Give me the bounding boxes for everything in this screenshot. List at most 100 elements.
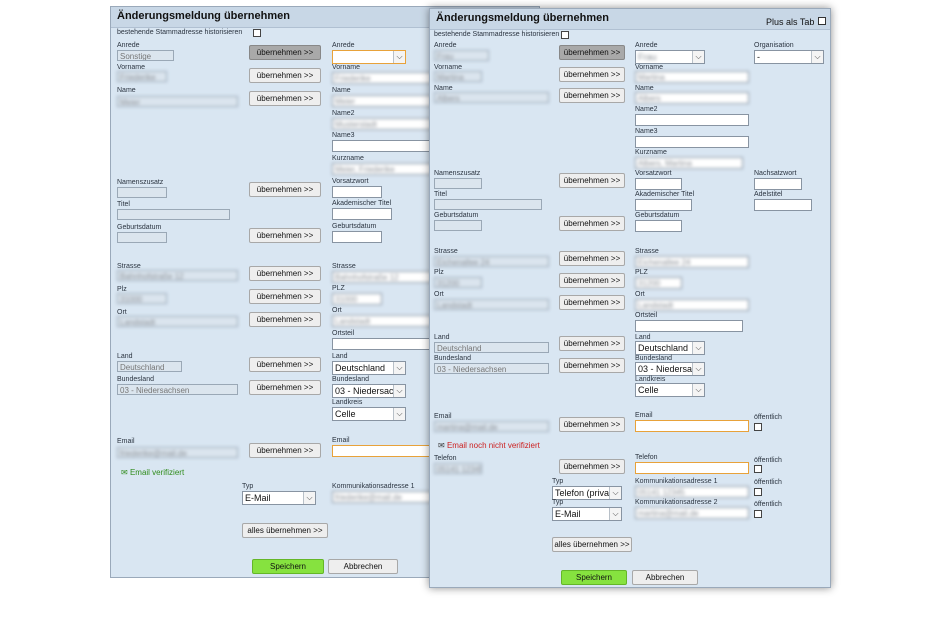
landkreis-select[interactable]: Celle ⌵ — [635, 383, 705, 397]
copy-telefon-button[interactable]: übernehmen >> — [559, 459, 625, 474]
anrede-select[interactable]: Frau ⌵ — [635, 50, 705, 64]
copy-strasse-button[interactable]: übernehmen >> — [249, 266, 321, 281]
copy-vorname-button[interactable]: übernehmen >> — [559, 67, 625, 82]
akad-titel-input[interactable] — [332, 208, 392, 220]
akad-titel-label: Akademischer Titel — [332, 200, 392, 207]
copy-name-button[interactable]: übernehmen >> — [559, 88, 625, 103]
namenszusatz-old — [117, 187, 167, 198]
vorsatzwort-input[interactable] — [332, 186, 382, 198]
vorname-new-label: Vorname — [635, 64, 664, 71]
ort-input[interactable]: Landstadt — [635, 299, 749, 311]
copy-name-button[interactable]: übernehmen >> — [249, 91, 321, 106]
ortsteil-input[interactable] — [635, 320, 743, 332]
name2-input[interactable]: Musterstadt — [332, 118, 432, 130]
geburtsdatum-input[interactable] — [635, 220, 682, 232]
chevron-down-icon: ⌵ — [692, 384, 704, 396]
land-select[interactable]: Deutschland ⌵ — [635, 341, 705, 355]
bundesland-select[interactable]: 03 - Niedersachsen⌵ — [635, 362, 705, 376]
save-button[interactable]: Speichern — [561, 570, 627, 585]
plz-input[interactable]: 31000 — [332, 293, 382, 305]
historize-label: bestehende Stammadresse historisieren — [434, 31, 560, 38]
organisation-select[interactable]: - ⌵ — [754, 50, 824, 64]
komm2-public-checkbox[interactable] — [754, 510, 762, 518]
name3-input[interactable] — [332, 140, 432, 152]
strasse-input[interactable]: Bahnhofstraße 12 — [332, 271, 432, 283]
name2-input[interactable] — [635, 114, 749, 126]
telefon-input[interactable] — [635, 462, 749, 474]
copy-email-button[interactable]: übernehmen >> — [559, 417, 625, 432]
komm1-public-label: öffentlich — [754, 479, 782, 486]
landkreis-select[interactable]: Celle ⌵ — [332, 407, 406, 421]
chevron-down-icon: ⌵ — [692, 51, 704, 63]
plz-new-label: PLZ — [635, 269, 648, 276]
anrede-select[interactable]: ⌵ — [332, 50, 406, 64]
typ2-label: Typ — [552, 499, 564, 506]
copy-bundesland-button[interactable]: übernehmen >> — [559, 358, 625, 373]
typ2-select[interactable]: E-Mail ⌵ — [552, 507, 622, 521]
typ1-select[interactable]: Telefon (privat) ⌵ — [552, 486, 622, 500]
strasse-label: Strasse — [434, 248, 458, 255]
copy-email-button[interactable]: übernehmen >> — [249, 443, 321, 458]
name-input[interactable]: Meier — [332, 95, 432, 107]
land-old: Deutschland — [434, 342, 549, 353]
adelstitel-input[interactable] — [754, 199, 812, 211]
telefon-public-checkbox[interactable] — [754, 465, 762, 473]
strasse-input[interactable]: Eichenallee 24 — [635, 256, 749, 268]
geburtsdatum-input[interactable] — [332, 231, 382, 243]
komm2-input[interactable]: martina@mail.de — [635, 507, 749, 519]
ort-input[interactable]: Landstadt — [332, 315, 432, 327]
telefon-public-label: öffentlich — [754, 457, 782, 464]
komm2-label: Kommunikationsadresse 2 — [635, 499, 718, 506]
komm1-input[interactable]: friederike@mail.de — [332, 491, 432, 503]
copy-all-button[interactable]: alles übernehmen >> — [552, 537, 632, 552]
save-button[interactable]: Speichern — [252, 559, 324, 574]
copy-ort-button[interactable]: übernehmen >> — [559, 295, 625, 310]
bundesland-label: Bundesland — [117, 376, 154, 383]
cancel-button[interactable]: Abbrechen — [632, 570, 698, 585]
copy-vorname-button[interactable]: übernehmen >> — [249, 68, 321, 83]
land-select[interactable]: Deutschland ⌵ — [332, 361, 406, 375]
copy-land-button[interactable]: übernehmen >> — [249, 357, 321, 372]
copy-anrede-button[interactable]: übernehmen >> — [559, 45, 625, 60]
ortsteil-input[interactable] — [332, 338, 432, 350]
copy-namenszusatz-button[interactable]: übernehmen >> — [559, 173, 625, 188]
plus-tab-checkbox[interactable] — [818, 17, 826, 25]
telefon-old: 05141 12345 — [434, 463, 482, 474]
email-public-checkbox[interactable] — [754, 423, 762, 431]
copy-geburtsdatum-button[interactable]: übernehmen >> — [559, 216, 625, 231]
typ-select[interactable]: E-Mail ⌵ — [242, 491, 316, 505]
vorname-input[interactable]: Martina — [635, 71, 749, 83]
nachsatzwort-input[interactable] — [754, 178, 802, 190]
komm1-input[interactable]: 05141 12345 — [635, 486, 749, 498]
email-input[interactable] — [635, 420, 749, 432]
copy-namenszusatz-button[interactable]: übernehmen >> — [249, 182, 321, 197]
cancel-button[interactable]: Abbrechen — [328, 559, 398, 574]
vorname-input[interactable]: Friederike — [332, 72, 432, 84]
email-input[interactable] — [332, 445, 432, 457]
copy-bundesland-button[interactable]: übernehmen >> — [249, 380, 321, 395]
copy-land-button[interactable]: übernehmen >> — [559, 336, 625, 351]
name3-input[interactable] — [635, 136, 749, 148]
landkreis-new-label: Landkreis — [332, 399, 363, 406]
kurzname-input[interactable]: Meier, Friederike — [332, 163, 432, 175]
copy-all-button[interactable]: alles übernehmen >> — [242, 523, 328, 538]
land-label: Land — [434, 334, 450, 341]
name-input[interactable]: Albers — [635, 92, 749, 104]
copy-ort-button[interactable]: übernehmen >> — [249, 312, 321, 327]
akad-titel-input[interactable] — [635, 199, 692, 211]
name-new-label: Name — [332, 87, 351, 94]
komm1-public-checkbox[interactable] — [754, 488, 762, 496]
plz-input[interactable]: 31200 — [635, 277, 682, 289]
copy-strasse-button[interactable]: übernehmen >> — [559, 251, 625, 266]
copy-plz-button[interactable]: übernehmen >> — [559, 273, 625, 288]
namenszusatz-label: Namenszusatz — [434, 170, 481, 177]
historize-checkbox[interactable] — [561, 31, 569, 39]
bundesland-select[interactable]: 03 - Niedersachsen⌵ — [332, 384, 406, 398]
copy-anrede-button[interactable]: übernehmen >> — [249, 45, 321, 60]
copy-geburtsdatum-button[interactable]: übernehmen >> — [249, 228, 321, 243]
copy-plz-button[interactable]: übernehmen >> — [249, 289, 321, 304]
vorsatzwort-input[interactable] — [635, 178, 682, 190]
kurzname-input[interactable]: Albers, Martina — [635, 157, 743, 169]
historize-checkbox[interactable] — [253, 29, 261, 37]
anrede-label: Anrede — [434, 42, 457, 49]
